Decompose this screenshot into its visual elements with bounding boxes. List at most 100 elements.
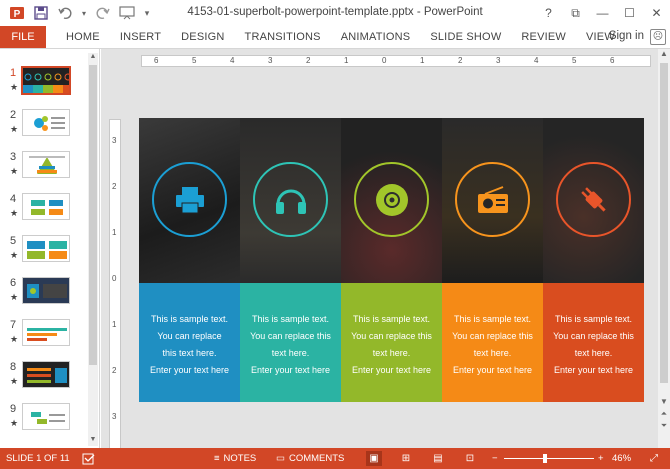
spellcheck-icon[interactable] <box>82 453 96 465</box>
slide-canvas[interactable]: This is sample text. You can replace thi… <box>139 118 644 402</box>
zoom-out-button[interactable]: − <box>492 453 498 464</box>
ruler-tick-label: 5 <box>572 56 577 65</box>
ribbon-display-button[interactable]: ⧉ <box>562 0 589 26</box>
powerpoint-window: P ▾ ▾ 4153-01-superbolt-powerpoint-templ… <box>0 0 670 469</box>
previous-slide-icon[interactable]: ⏶ <box>658 409 670 419</box>
comments-button[interactable]: ▭ COMMENTS <box>276 453 344 464</box>
panel-line: You can replace this <box>452 331 533 341</box>
scroll-up-icon[interactable]: ▲ <box>88 53 98 63</box>
thumbnail-slide-1[interactable]: 1 ★ <box>6 66 92 107</box>
ruler-tick-label: 0 <box>112 274 117 283</box>
text-panel[interactable]: This is sample text. You can replace thi… <box>543 283 644 402</box>
thumbnail-number: 1 <box>10 67 17 79</box>
window-controls: ? ⧉ — ☐ ✕ <box>535 0 670 26</box>
notes-label: NOTES <box>223 453 257 464</box>
slide-column-3[interactable]: This is sample text. You can replace thi… <box>341 118 442 402</box>
tab-design[interactable]: DESIGN <box>171 26 234 48</box>
thumbnail-slide-3[interactable]: 3 ★ <box>6 151 92 191</box>
text-panel[interactable]: This is sample text. You can replace thi… <box>240 283 341 402</box>
slide-column-1[interactable]: This is sample text. You can replace thi… <box>139 118 240 402</box>
close-button[interactable]: ✕ <box>643 0 670 26</box>
help-button[interactable]: ? <box>535 0 562 26</box>
headphones-icon <box>275 189 306 214</box>
thumbnail-slide-6[interactable]: 6 ★ <box>6 277 92 317</box>
plug-icon <box>580 186 606 212</box>
sign-in-link[interactable]: Sign in <box>609 30 644 42</box>
icon-circle <box>354 162 429 237</box>
thumbnail-slide-2[interactable]: 2 ★ <box>6 109 92 149</box>
tab-slide-show[interactable]: SLIDE SHOW <box>420 26 511 48</box>
scrollbar-thumb[interactable] <box>89 65 97 365</box>
panel-line: Enter your text here <box>553 365 634 375</box>
thumbnail-preview <box>21 66 71 95</box>
customize-icon[interactable]: ▾ <box>142 4 152 22</box>
tab-home[interactable]: HOME <box>46 26 110 48</box>
thumbnail-number: 7 <box>10 319 17 331</box>
slide-show-icon[interactable]: ⊡ <box>462 451 478 466</box>
zoom-slider-knob[interactable] <box>543 454 547 463</box>
slide-column-2[interactable]: This is sample text. You can replace thi… <box>240 118 341 402</box>
presenter-icon[interactable] <box>118 4 136 22</box>
fit-slide-icon[interactable]: ⤢ <box>646 451 662 466</box>
animation-star-icon: ★ <box>10 334 19 344</box>
zoom-level[interactable]: 46% <box>612 453 631 464</box>
ruler-tick-label: 5 <box>192 56 197 65</box>
slide-column-5[interactable]: This is sample text. You can replace thi… <box>543 118 644 402</box>
notes-button[interactable]: ≡ NOTES <box>214 453 256 464</box>
zoom-in-button[interactable]: + <box>598 453 604 464</box>
notes-icon: ≡ <box>214 453 220 464</box>
printer-icon <box>175 186 204 213</box>
thumbnail-scrollbar[interactable]: ▲ ▼ <box>88 53 98 446</box>
text-panel[interactable]: This is sample text. You can replace thi… <box>442 283 543 402</box>
panel-line: text here. <box>271 348 310 358</box>
next-slide-icon[interactable]: ⏷ <box>658 421 670 431</box>
panel-line: text here. <box>372 348 411 358</box>
ruler-tick-label: 3 <box>112 136 117 145</box>
panel-line: You can replace this <box>351 331 432 341</box>
text-panel[interactable]: This is sample text. You can replace thi… <box>341 283 442 402</box>
scroll-down-icon[interactable]: ▼ <box>658 397 670 406</box>
save-icon[interactable] <box>32 4 50 22</box>
tab-transitions[interactable]: TRANSITIONS <box>235 26 331 48</box>
redo-icon[interactable] <box>94 4 112 22</box>
powerpoint-logo-icon[interactable]: P <box>8 4 26 22</box>
thumbnail-preview <box>22 277 70 304</box>
feedback-icon[interactable]: ☹ <box>650 29 666 45</box>
scrollbar-thumb[interactable] <box>660 63 668 383</box>
reading-view-icon[interactable]: ▤ <box>430 451 446 466</box>
undo-icon[interactable] <box>56 4 74 22</box>
thumbnail-number: 6 <box>10 277 17 289</box>
panel-line: This is sample text. <box>352 314 431 324</box>
maximize-button[interactable]: ☐ <box>616 0 643 26</box>
thumbnail-preview <box>22 319 70 346</box>
normal-view-icon[interactable]: ▣ <box>366 451 382 466</box>
tab-file[interactable]: FILE <box>0 26 46 48</box>
minimize-button[interactable]: — <box>589 0 616 26</box>
ruler-tick-label: 1 <box>420 56 425 65</box>
ruler-tick-label: 3 <box>268 56 273 65</box>
zoom-slider[interactable] <box>504 458 594 459</box>
icon-circle <box>152 162 227 237</box>
thumbnail-number: 5 <box>10 235 17 247</box>
scroll-down-icon[interactable]: ▼ <box>88 436 98 446</box>
scroll-up-icon[interactable]: ▲ <box>658 49 670 58</box>
panel-line: Enter your text here <box>351 365 432 375</box>
thumbnail-slide-5[interactable]: 5 ★ <box>6 235 92 275</box>
slide-column-4[interactable]: This is sample text. You can replace thi… <box>442 118 543 402</box>
panel-line: Enter your text here <box>149 365 230 375</box>
thumbnail-preview <box>22 235 70 262</box>
comments-label: COMMENTS <box>288 453 345 464</box>
radio-icon <box>477 185 508 213</box>
thumbnail-slide-8[interactable]: 8 ★ <box>6 361 92 401</box>
thumbnail-slide-9[interactable]: 9 ★ <box>6 403 92 443</box>
tab-insert[interactable]: INSERT <box>110 26 171 48</box>
thumbnail-slide-7[interactable]: 7 ★ <box>6 319 92 359</box>
tab-animations[interactable]: ANIMATIONS <box>331 26 421 48</box>
undo-dropdown-icon[interactable]: ▾ <box>80 4 88 22</box>
thumbnail-preview <box>22 361 70 388</box>
thumbnail-slide-4[interactable]: 4 ★ <box>6 193 92 233</box>
slide-sorter-icon[interactable]: ⊞ <box>398 451 414 466</box>
tab-review[interactable]: REVIEW <box>511 26 576 48</box>
slide-scrollbar[interactable]: ▲ ▼ ⏶ ⏷ <box>658 49 670 448</box>
text-panel[interactable]: This is sample text. You can replace thi… <box>139 283 240 402</box>
